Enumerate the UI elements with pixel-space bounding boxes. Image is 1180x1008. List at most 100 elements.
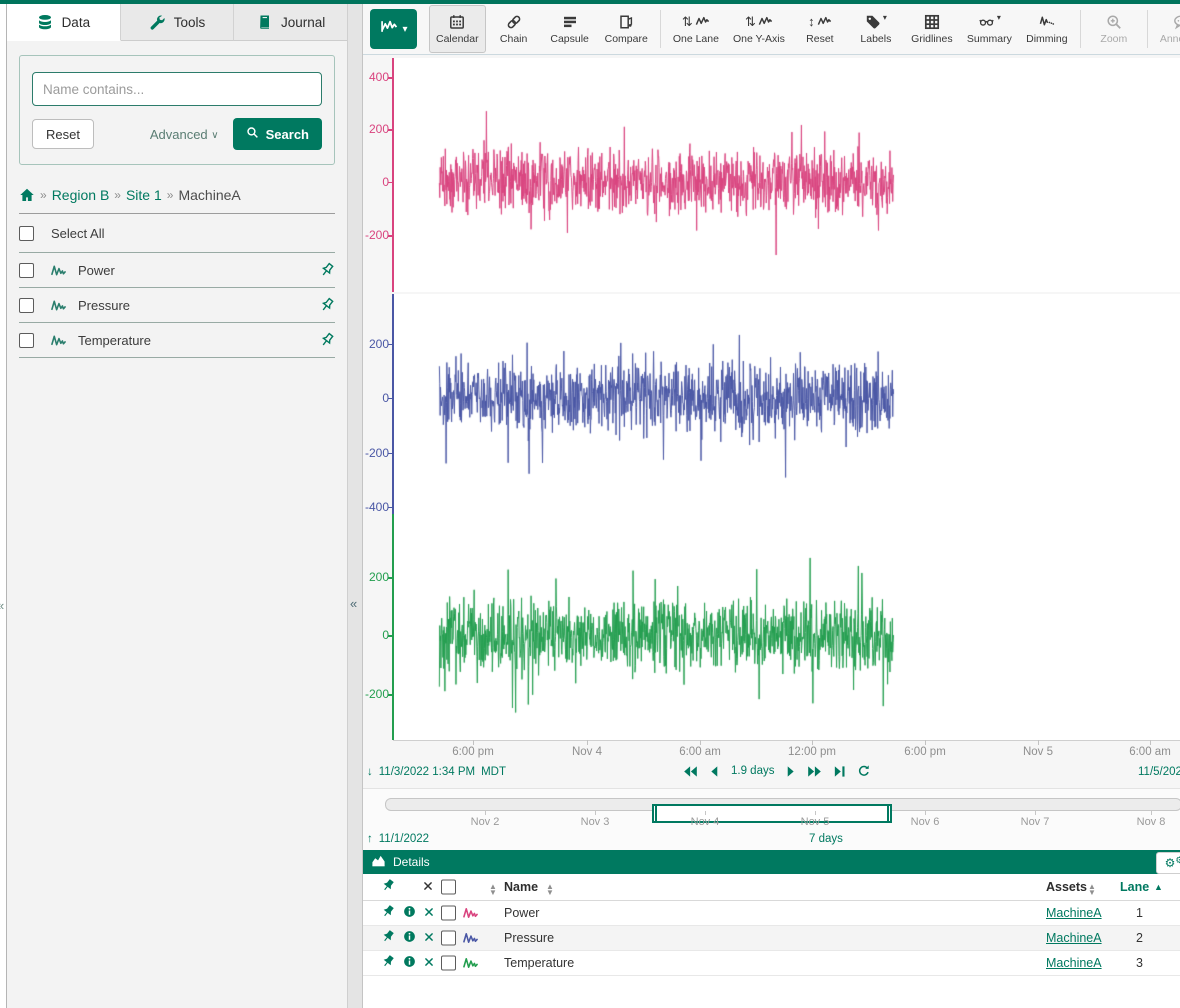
- timeline-handle-left[interactable]: [655, 806, 657, 821]
- sort-icon[interactable]: ▲▼: [489, 884, 497, 896]
- reset-button[interactable]: Reset: [32, 119, 94, 149]
- signal-icon: [51, 298, 66, 313]
- asset-item-power[interactable]: Power: [19, 253, 335, 288]
- column-lane[interactable]: Lane: [1120, 880, 1149, 894]
- asset-link[interactable]: MachineA: [1046, 906, 1102, 920]
- duration-label[interactable]: 1.9 days: [731, 765, 774, 777]
- chevron-down-icon: ∨: [211, 130, 218, 141]
- breadcrumb-link[interactable]: Region B: [52, 187, 110, 203]
- refresh-button[interactable]: [857, 764, 871, 778]
- pin-icon[interactable]: [319, 262, 335, 278]
- search-input[interactable]: [32, 72, 322, 106]
- column-name[interactable]: Name: [504, 880, 538, 894]
- tab-tools[interactable]: Tools: [121, 4, 235, 41]
- sort-assets-control[interactable]: ▲▼: [1088, 878, 1096, 896]
- trend-canvas-temperature[interactable]: [393, 514, 1180, 740]
- timeline-start[interactable]: ↑ 11/1/2022: [367, 833, 429, 845]
- item-checkbox[interactable]: [19, 263, 34, 278]
- info-icon[interactable]: [403, 955, 416, 971]
- item-label: Temperature: [78, 333, 151, 348]
- signal-icon: [51, 333, 66, 348]
- search-button[interactable]: Search: [233, 118, 322, 150]
- row-checkbox[interactable]: [441, 956, 456, 971]
- timeline-handle-right[interactable]: [887, 806, 889, 821]
- row-name: Temperature: [504, 956, 574, 970]
- step-forward-many-button[interactable]: [807, 765, 822, 778]
- trend-canvas-pressure[interactable]: [393, 294, 1180, 515]
- view-selector-dropdown[interactable]: ▾: [370, 9, 417, 49]
- pin-icon[interactable]: [381, 955, 395, 972]
- asset-link[interactable]: MachineA: [1046, 956, 1102, 970]
- item-label: Pressure: [78, 298, 130, 313]
- tab-data[interactable]: Data: [7, 4, 121, 41]
- details-panel: Details ⚙⚙ ▲▼Name▲▼Assets▲▼Lane▲PowerMac…: [363, 850, 1180, 1008]
- details-row-temperature[interactable]: TemperatureMachineA3: [363, 951, 1180, 976]
- sort-asc-icon[interactable]: ▲: [1154, 882, 1163, 892]
- calendar-button[interactable]: Calendar: [429, 5, 486, 53]
- display-range-start[interactable]: ↓ 11/3/2022 1:34 PM MDT: [367, 766, 506, 778]
- pin-icon[interactable]: [381, 905, 395, 922]
- item-checkbox[interactable]: [19, 298, 34, 313]
- collapse-left-icon[interactable]: «: [0, 598, 4, 613]
- info-icon[interactable]: [403, 930, 416, 946]
- row-checkbox[interactable]: [441, 931, 456, 946]
- select-all-checkbox[interactable]: [19, 226, 34, 241]
- left-collapse-strip[interactable]: «: [0, 4, 7, 1008]
- row-checkbox[interactable]: [441, 906, 456, 921]
- sort-name-control[interactable]: ▲▼: [546, 878, 554, 896]
- step-forward-button[interactable]: [785, 765, 796, 778]
- labels-button[interactable]: ▾Labels: [848, 5, 904, 53]
- y-tick-label: 400: [369, 70, 389, 84]
- asset-item-pressure[interactable]: Pressure: [19, 288, 335, 323]
- asset-item-temperature[interactable]: Temperature: [19, 323, 335, 358]
- tab-journal[interactable]: Journal: [234, 4, 347, 41]
- collapse-sidebar-icon[interactable]: «: [350, 596, 357, 611]
- summary-button[interactable]: ▾Summary: [960, 5, 1019, 53]
- asset-link[interactable]: MachineA: [1046, 931, 1102, 945]
- compare-button[interactable]: Compare: [598, 5, 655, 53]
- timeline-track[interactable]: [385, 798, 1180, 811]
- sidebar-collapse-strip[interactable]: «: [348, 4, 363, 1008]
- advanced-toggle[interactable]: Advanced ∨: [150, 127, 219, 142]
- pin-icon[interactable]: [381, 930, 395, 947]
- details-header-row: ▲▼Name▲▼Assets▲▼Lane▲: [363, 874, 1180, 901]
- select-all-rows-checkbox[interactable]: [441, 880, 456, 895]
- timeline-selection[interactable]: [652, 804, 892, 823]
- one-lane-button[interactable]: ⇅One Lane: [666, 5, 726, 53]
- x-tick-mark: [700, 740, 701, 745]
- timeline-duration[interactable]: 7 days: [809, 833, 843, 845]
- pin-icon[interactable]: [319, 332, 335, 348]
- column-assets[interactable]: Assets: [1046, 880, 1087, 894]
- step-to-end-button[interactable]: [833, 765, 846, 778]
- one-y-axis-button[interactable]: ⇅One Y-Axis: [726, 5, 792, 53]
- info-icon[interactable]: [403, 905, 416, 921]
- sort-type-control[interactable]: ▲▼: [489, 878, 497, 896]
- step-back-many-button[interactable]: [683, 765, 698, 778]
- sort-icon[interactable]: ▲▼: [546, 884, 554, 896]
- breadcrumb-link[interactable]: Site 1: [126, 187, 162, 203]
- pin-icon[interactable]: [319, 297, 335, 313]
- remove-icon[interactable]: [424, 931, 434, 945]
- details-settings-button[interactable]: ⚙⚙: [1156, 852, 1180, 874]
- details-title: Details: [393, 855, 430, 869]
- reset-button[interactable]: ↕Reset: [792, 5, 848, 53]
- remove-column-icon[interactable]: [423, 880, 433, 894]
- sidebar-tabs: DataToolsJournal: [7, 4, 347, 41]
- remove-icon[interactable]: [424, 956, 434, 970]
- home-icon[interactable]: [19, 187, 35, 203]
- display-range-end[interactable]: 11/5/2022 10:34 AM: [1138, 766, 1180, 778]
- item-checkbox[interactable]: [19, 333, 34, 348]
- trend-canvas-power[interactable]: [393, 58, 1180, 292]
- pin-column-icon[interactable]: [381, 879, 395, 896]
- chain-button[interactable]: Chain: [486, 5, 542, 53]
- dimming-button[interactable]: Dimming: [1019, 5, 1075, 53]
- details-row-power[interactable]: PowerMachineA1: [363, 901, 1180, 926]
- sort-icon[interactable]: ▲▼: [1088, 884, 1096, 896]
- gridlines-button[interactable]: Gridlines: [904, 5, 960, 53]
- book-icon: [256, 14, 272, 30]
- remove-icon[interactable]: [424, 906, 434, 920]
- capsule-button[interactable]: Capsule: [542, 5, 598, 53]
- trend-icon: [379, 18, 399, 40]
- details-row-pressure[interactable]: PressureMachineA2: [363, 926, 1180, 951]
- step-back-button[interactable]: [709, 765, 720, 778]
